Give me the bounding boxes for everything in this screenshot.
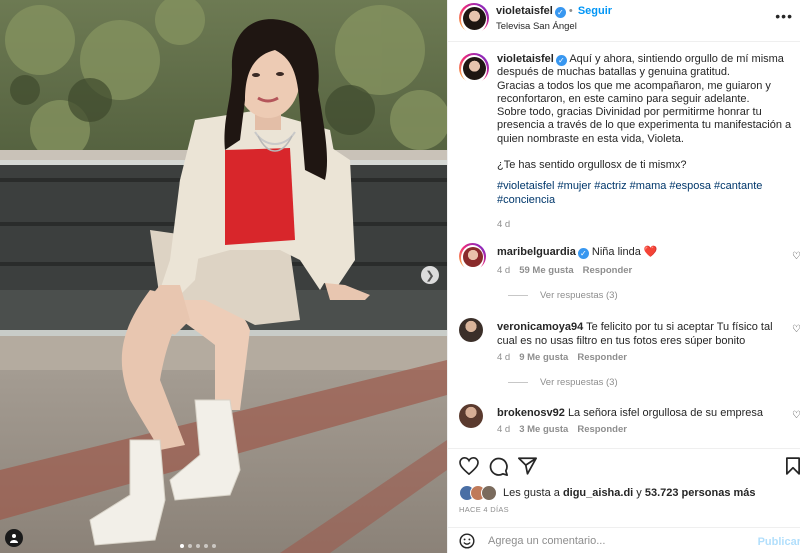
- likes-prefix: Les gusta a: [503, 487, 560, 499]
- carousel-dot: [188, 544, 192, 548]
- view-replies-button[interactable]: Ver respuestas (3): [508, 377, 618, 388]
- comment-text: La señora isfel orgullosa de su empresa: [567, 407, 763, 419]
- comment-item: veronicamoya94 Te felicito por tu si ace…: [459, 318, 800, 393]
- comment-input[interactable]: [488, 533, 748, 549]
- post-header: violetaisfel ✓ • Seguir Televisa San Ánge…: [448, 0, 800, 42]
- user-tag-icon: [10, 534, 18, 543]
- carousel-dot: [180, 544, 184, 548]
- post-timestamp: HACE 4 DÍAS: [459, 505, 509, 514]
- heart-icon[interactable]: [459, 457, 479, 475]
- post-actions-bar: [448, 448, 800, 480]
- reply-button[interactable]: Responder: [577, 424, 627, 435]
- comment-time: 4 d: [497, 352, 511, 363]
- follow-button[interactable]: Seguir: [578, 5, 612, 17]
- caption-avatar[interactable]: [459, 53, 489, 84]
- carousel-indicator: [180, 544, 216, 548]
- caption-hashtags[interactable]: #violetaisfel #mujer #actriz #mama #espo…: [497, 180, 797, 207]
- photo-illustration: [0, 0, 447, 553]
- commenter-avatar[interactable]: [459, 404, 483, 428]
- caption-line: Sobre todo, gracias Divinidad por permit…: [497, 106, 792, 145]
- comment-item: brokenosv92 La señora isfel orgullosa de…: [459, 404, 800, 440]
- post-location[interactable]: Televisa San Ángel: [496, 21, 577, 32]
- comment-item: maribelguardia ✓ Niña linda ❤️ 4 d 59 Me g…: [459, 243, 800, 313]
- caption-line: ¿Te has sentido orgullosx de ti mismx?: [497, 159, 687, 172]
- publish-button[interactable]: Publicar: [758, 536, 800, 548]
- bookmark-icon[interactable]: [786, 457, 800, 475]
- caption-line: [497, 146, 797, 159]
- commenter-username[interactable]: brokenosv92: [497, 407, 565, 419]
- commenter-username[interactable]: veronicamoya94: [497, 321, 583, 333]
- comment-text: Niña linda ❤️: [591, 246, 658, 258]
- view-replies-button[interactable]: Ver respuestas (3): [508, 290, 618, 301]
- caption-text: violetaisfel ✓ Aquí y ahora, sintiendo or…: [497, 53, 797, 207]
- likes-middle: y: [636, 487, 642, 499]
- post-detail-pane: violetaisfel ✓ • Seguir Televisa San Ánge…: [447, 0, 800, 553]
- carousel-dot: [212, 544, 216, 548]
- comment-time: 4 d: [497, 265, 511, 276]
- liker-username[interactable]: digu_aisha.di: [563, 487, 633, 499]
- verified-icon: ✓: [554, 7, 566, 18]
- likes-summary: Les gusta a digu_aisha.di y 53.723 perso…: [459, 485, 756, 501]
- comment-like-heart-icon[interactable]: ♡: [792, 251, 800, 262]
- post-photo[interactable]: ❯: [0, 0, 447, 553]
- emoji-icon[interactable]: [459, 533, 475, 549]
- comment-likes[interactable]: 9 Me gusta: [519, 352, 568, 363]
- verified-icon: ✓: [555, 55, 567, 66]
- add-comment-bar: Publicar: [448, 527, 800, 553]
- comment-icon[interactable]: [489, 457, 508, 476]
- share-icon[interactable]: [518, 457, 537, 475]
- comment-like-heart-icon[interactable]: ♡: [792, 324, 800, 335]
- commenter-avatar[interactable]: [459, 318, 483, 342]
- carousel-dot: [196, 544, 200, 548]
- comment-likes[interactable]: 59 Me gusta: [519, 265, 573, 276]
- commenter-username[interactable]: maribelguardia: [497, 246, 576, 258]
- commenter-avatar[interactable]: [459, 243, 486, 271]
- user-tag-button[interactable]: [5, 529, 23, 547]
- next-photo-button[interactable]: ❯: [421, 266, 439, 284]
- carousel-dot: [204, 544, 208, 548]
- chevron-right-icon: ❯: [425, 269, 435, 282]
- author-avatar[interactable]: [459, 3, 489, 34]
- reply-button[interactable]: Responder: [583, 265, 633, 276]
- caption-username[interactable]: violetaisfel: [497, 53, 554, 65]
- comment-likes[interactable]: 3 Me gusta: [519, 424, 568, 435]
- liker-avatars[interactable]: [459, 485, 497, 501]
- separator: •: [568, 5, 576, 17]
- caption-time: 4 d: [497, 219, 511, 230]
- caption-line: Gracias a todos los que me acompañaron, …: [497, 79, 771, 105]
- reply-button[interactable]: Responder: [577, 352, 627, 363]
- likes-count[interactable]: 53.723 personas más: [645, 487, 756, 499]
- comment-like-heart-icon[interactable]: ♡: [792, 410, 800, 421]
- verified-icon: ✓: [577, 248, 589, 259]
- comment-time: 4 d: [497, 424, 511, 435]
- more-options-icon[interactable]: •••: [775, 8, 793, 24]
- author-username[interactable]: violetaisfel: [496, 5, 553, 17]
